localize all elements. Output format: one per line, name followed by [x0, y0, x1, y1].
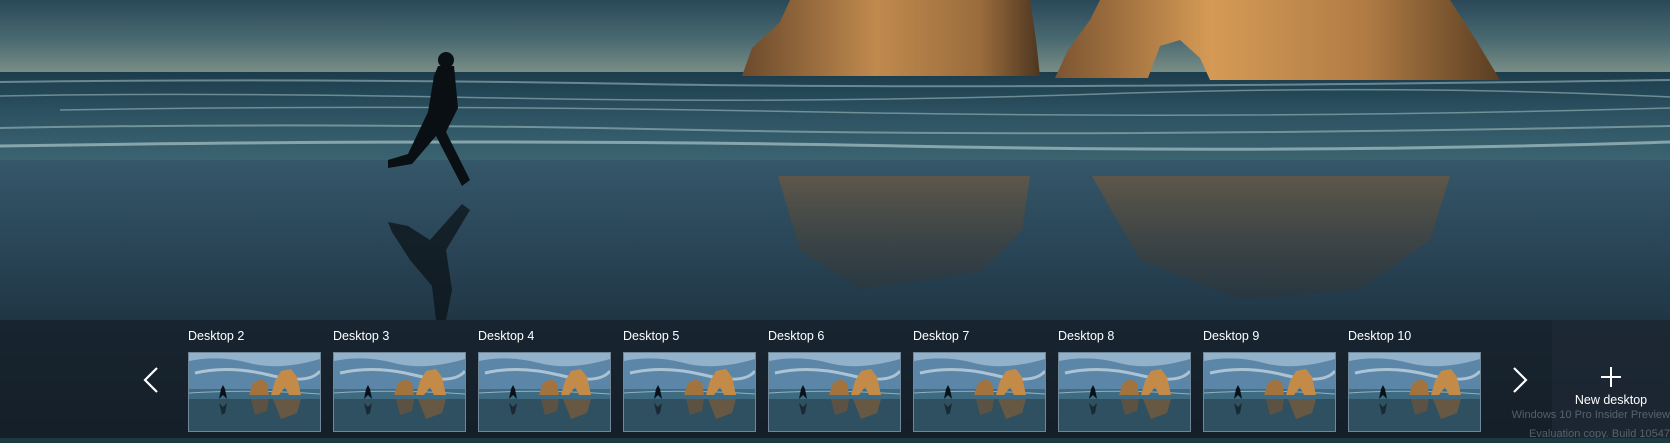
desktop-thumbnail[interactable] — [333, 352, 466, 432]
desktop-screen: Desktop 2 Desktop 3 Desktop 4 Desktop 5 … — [0, 0, 1670, 443]
desktop-preview[interactable]: Desktop 8 — [1058, 320, 1191, 443]
watermark-edition: Windows 10 Pro Insider Preview — [1511, 409, 1670, 421]
desktop-preview[interactable]: Desktop 7 — [913, 320, 1046, 443]
desktop-preview[interactable]: Desktop 2 — [188, 320, 321, 443]
desktop-thumbnail[interactable] — [1348, 352, 1481, 432]
chevron-right-icon[interactable] — [1506, 360, 1534, 400]
desktop-preview[interactable]: Desktop 6 — [768, 320, 901, 443]
desktop-thumbnail[interactable] — [478, 352, 611, 432]
desktop-thumbnail[interactable] — [1058, 352, 1191, 432]
desktop-preview[interactable]: Desktop 4 — [478, 320, 611, 443]
desktop-label: Desktop 10 — [1348, 329, 1412, 343]
desktop-preview[interactable]: Desktop 9 — [1203, 320, 1336, 443]
desktop-preview[interactable]: Desktop 3 — [333, 320, 466, 443]
desktop-label: Desktop 9 — [1203, 329, 1260, 343]
taskbar-edge — [0, 438, 1670, 443]
desktop-thumbnail[interactable] — [768, 352, 901, 432]
desktop-label: Desktop 7 — [913, 329, 970, 343]
desktop-label: Desktop 6 — [768, 329, 825, 343]
new-desktop-label: New desktop — [1574, 393, 1648, 407]
desktop-label: Desktop 2 — [188, 329, 245, 343]
plus-icon — [1601, 367, 1621, 387]
chevron-left-icon[interactable] — [137, 360, 165, 400]
desktop-thumbnail[interactable] — [188, 352, 321, 432]
desktop-thumbnail[interactable] — [913, 352, 1046, 432]
desktop-label: Desktop 3 — [333, 329, 390, 343]
desktop-label: Desktop 5 — [623, 329, 680, 343]
desktop-label: Desktop 4 — [478, 329, 535, 343]
desktop-label: Desktop 8 — [1058, 329, 1115, 343]
desktop-thumbnail[interactable] — [1203, 352, 1336, 432]
desktop-thumbnail[interactable] — [623, 352, 756, 432]
desktop-preview[interactable]: Desktop 10 — [1348, 320, 1481, 443]
desktop-preview[interactable]: Desktop 5 — [623, 320, 756, 443]
